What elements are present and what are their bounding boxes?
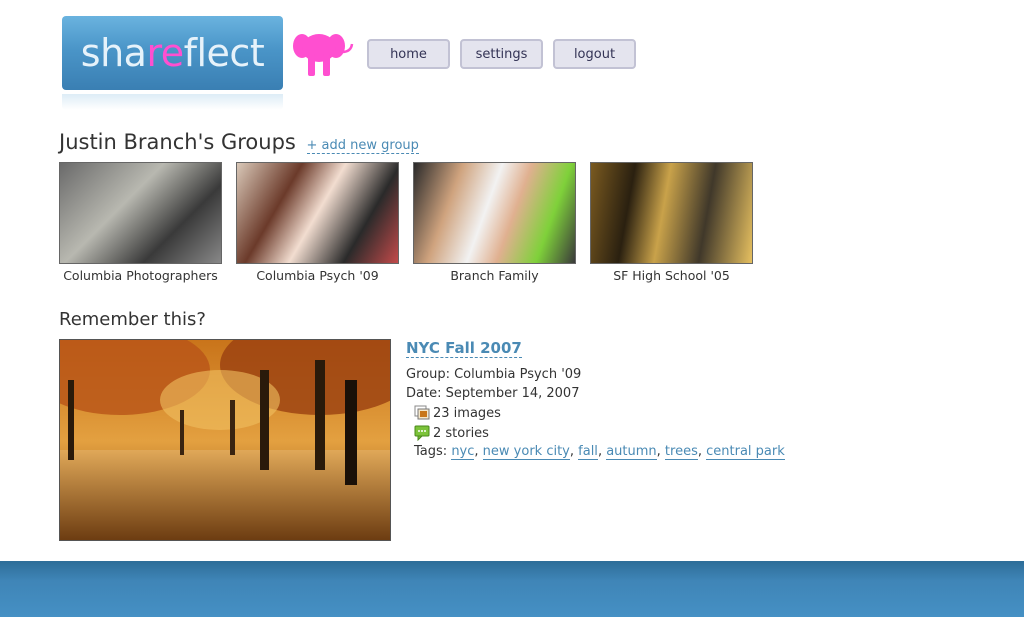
album-tags: Tags: nyc, new york city, fall, autumn, … bbox=[414, 444, 785, 460]
stories-count-text: 2 stories bbox=[433, 425, 489, 441]
tag-link[interactable]: trees bbox=[664, 444, 698, 460]
group-card[interactable]: Branch Family bbox=[413, 162, 576, 283]
footer-bar bbox=[0, 561, 1024, 617]
tag-link[interactable]: autumn bbox=[606, 444, 657, 460]
group-card[interactable]: SF High School '05 bbox=[590, 162, 753, 283]
logo[interactable]: sha re flect bbox=[62, 16, 283, 110]
logo-text: sha re flect bbox=[62, 16, 283, 90]
logo-text-part3: flect bbox=[183, 31, 265, 75]
logout-button[interactable]: logout bbox=[553, 39, 636, 69]
featured-album-info: NYC Fall 2007 Group: Columbia Psych '09 … bbox=[406, 338, 826, 460]
album-date: Date: September 14, 2007 bbox=[406, 386, 580, 401]
group-thumbnail[interactable] bbox=[413, 162, 576, 264]
group-thumbnail[interactable] bbox=[590, 162, 753, 264]
logo-reflection bbox=[62, 94, 283, 110]
group-name[interactable]: Branch Family bbox=[413, 268, 576, 283]
settings-button[interactable]: settings bbox=[460, 39, 543, 69]
home-button[interactable]: home bbox=[367, 39, 450, 69]
album-stories-count[interactable]: 2 stories bbox=[414, 425, 826, 442]
featured-album-image[interactable] bbox=[59, 339, 391, 541]
tag-link[interactable]: central park bbox=[706, 444, 785, 460]
groups-heading-text: Justin Branch's Groups bbox=[59, 130, 296, 154]
remember-heading: Remember this? bbox=[59, 309, 206, 330]
album-group: Group: Columbia Psych '09 bbox=[406, 367, 582, 382]
tags-label: Tags: bbox=[414, 444, 448, 459]
stories-icon bbox=[414, 425, 430, 442]
images-icon bbox=[414, 405, 430, 421]
group-card[interactable]: Columbia Psych '09 bbox=[236, 162, 399, 283]
group-card[interactable]: Columbia Photographers bbox=[59, 162, 222, 283]
album-title-link[interactable]: NYC Fall 2007 bbox=[406, 339, 522, 358]
group-name[interactable]: SF High School '05 bbox=[590, 268, 753, 283]
logo-text-part2: re bbox=[146, 31, 184, 75]
tag-link[interactable]: nyc bbox=[451, 444, 475, 460]
group-thumbnail[interactable] bbox=[59, 162, 222, 264]
tag-link[interactable]: new york city bbox=[482, 444, 570, 460]
pink-elephant-icon bbox=[292, 30, 354, 80]
groups-heading: Justin Branch's Groups + add new group bbox=[59, 130, 419, 154]
logo-text-part1: sha bbox=[80, 31, 147, 75]
add-new-group-link[interactable]: + add new group bbox=[306, 138, 419, 154]
tag-link[interactable]: fall bbox=[578, 444, 598, 460]
group-name[interactable]: Columbia Photographers bbox=[59, 268, 222, 283]
images-count-text: 23 images bbox=[433, 405, 501, 421]
album-images-count[interactable]: 23 images bbox=[414, 405, 826, 421]
group-name[interactable]: Columbia Psych '09 bbox=[236, 268, 399, 283]
group-thumbnail[interactable] bbox=[236, 162, 399, 264]
